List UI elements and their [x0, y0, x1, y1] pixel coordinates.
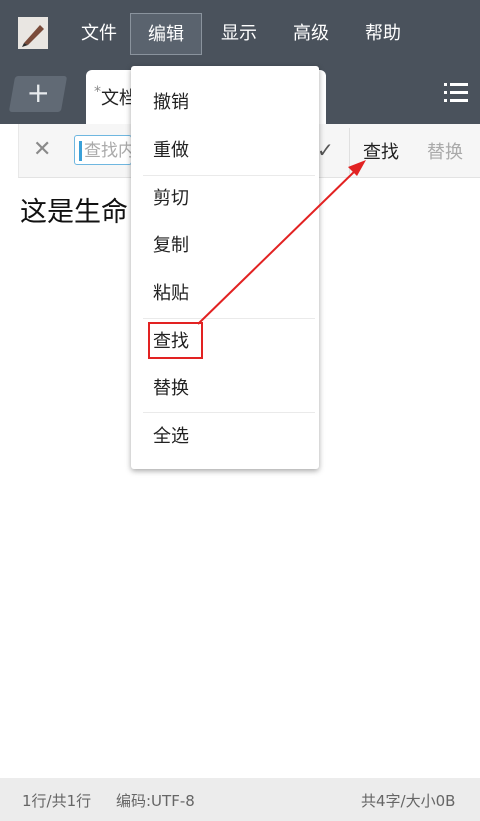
- document-text[interactable]: 这是生命: [20, 190, 128, 229]
- replace-button[interactable]: 替换: [427, 138, 463, 164]
- menu-item-select-all[interactable]: 全选: [131, 414, 319, 460]
- encoding-info[interactable]: 编码:UTF-8: [116, 790, 195, 811]
- close-icon[interactable]: ✕: [33, 138, 51, 162]
- status-bar: 1行/共1行 编码:UTF-8 共4字/大小0B: [0, 778, 480, 821]
- menu-item-replace[interactable]: 替换: [131, 366, 319, 412]
- menu-item-copy[interactable]: 复制: [131, 223, 319, 269]
- line-info: 1行/共1行: [22, 792, 92, 810]
- menu-view[interactable]: 显示: [216, 13, 262, 55]
- menu-item-cut[interactable]: 剪切: [131, 176, 319, 222]
- menu-divider: [143, 412, 315, 413]
- menu-item-redo[interactable]: 重做: [131, 128, 319, 174]
- size-info: 共4字/大小0B: [361, 792, 456, 810]
- divider: [349, 128, 350, 174]
- annotation-highlight-box: [148, 322, 203, 359]
- menu-item-undo[interactable]: 撤销: [131, 80, 319, 126]
- app-logo-icon[interactable]: [18, 17, 48, 49]
- list-menu-icon[interactable]: [444, 82, 468, 104]
- menu-help[interactable]: 帮助: [360, 13, 406, 55]
- menu-file[interactable]: 文件: [76, 13, 122, 55]
- menu-advanced[interactable]: 高级: [288, 13, 334, 55]
- edit-menu-dropdown: 撤销 重做 剪切 复制 粘贴 查找 替换 全选: [131, 66, 319, 469]
- checkmark-icon[interactable]: ✓: [317, 138, 334, 162]
- add-tab-button[interactable]: +: [8, 76, 68, 112]
- menu-item-paste[interactable]: 粘贴: [131, 271, 319, 317]
- find-input[interactable]: 查找内: [74, 135, 132, 165]
- find-button[interactable]: 查找: [363, 138, 399, 164]
- menu-edit[interactable]: 编辑: [130, 13, 202, 55]
- plus-icon: +: [26, 76, 50, 109]
